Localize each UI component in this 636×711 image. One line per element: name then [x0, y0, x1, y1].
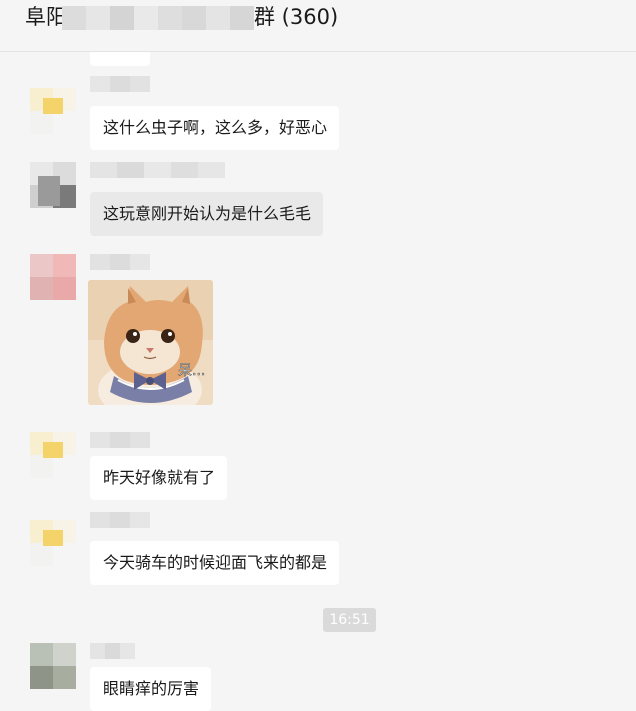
message-bubble[interactable]: 今天骑车的时候迎面飞来的都是: [90, 541, 340, 585]
sender-name-redacted: [90, 76, 150, 92]
avatar[interactable]: [30, 432, 76, 478]
avatar[interactable]: [30, 254, 76, 300]
message-text: 昨天好像就有了: [103, 468, 216, 487]
sender-name-redacted: [90, 432, 150, 448]
previous-message-remnant: [90, 52, 150, 66]
message-text: 这玩意刚开始认为是什么毛毛: [103, 204, 312, 223]
chat-header: 阜阳 群 (360): [0, 0, 636, 52]
message-text: 这什么虫子啊，这么多，好恶心: [103, 118, 328, 137]
message-bubble[interactable]: 这什么虫子啊，这么多，好恶心: [90, 106, 340, 150]
avatar[interactable]: [30, 643, 76, 689]
message-bubble[interactable]: 这玩意刚开始认为是什么毛毛: [90, 192, 324, 236]
cat-sticker-image[interactable]: 呆...: [88, 280, 213, 405]
sender-name-redacted: [90, 162, 225, 178]
cat-sticker-icon: 呆...: [88, 280, 213, 405]
avatar[interactable]: [30, 162, 76, 208]
group-title-redacted: [62, 6, 254, 30]
message-text: 眼睛痒的厉害: [103, 679, 200, 698]
timestamp-badge: 16:51: [323, 608, 376, 632]
sticker-caption: 呆...: [178, 363, 205, 379]
message-bubble[interactable]: 眼睛痒的厉害: [90, 667, 212, 711]
message-text: 今天骑车的时候迎面飞来的都是: [103, 553, 328, 572]
chat-window: 阜阳 群 (360) 这什么虫子啊，这么多，好恶心 这玩意刚开始认为是什么毛毛 …: [0, 0, 636, 711]
sender-name-redacted: [90, 512, 150, 528]
sender-name-redacted: [90, 254, 150, 270]
sender-name-redacted: [90, 643, 135, 659]
avatar[interactable]: [30, 88, 76, 134]
group-title-suffix: 群 (360): [254, 5, 339, 29]
message-bubble[interactable]: 昨天好像就有了: [90, 456, 228, 500]
group-title-prefix: 阜阳: [25, 5, 67, 29]
avatar[interactable]: [30, 520, 76, 566]
